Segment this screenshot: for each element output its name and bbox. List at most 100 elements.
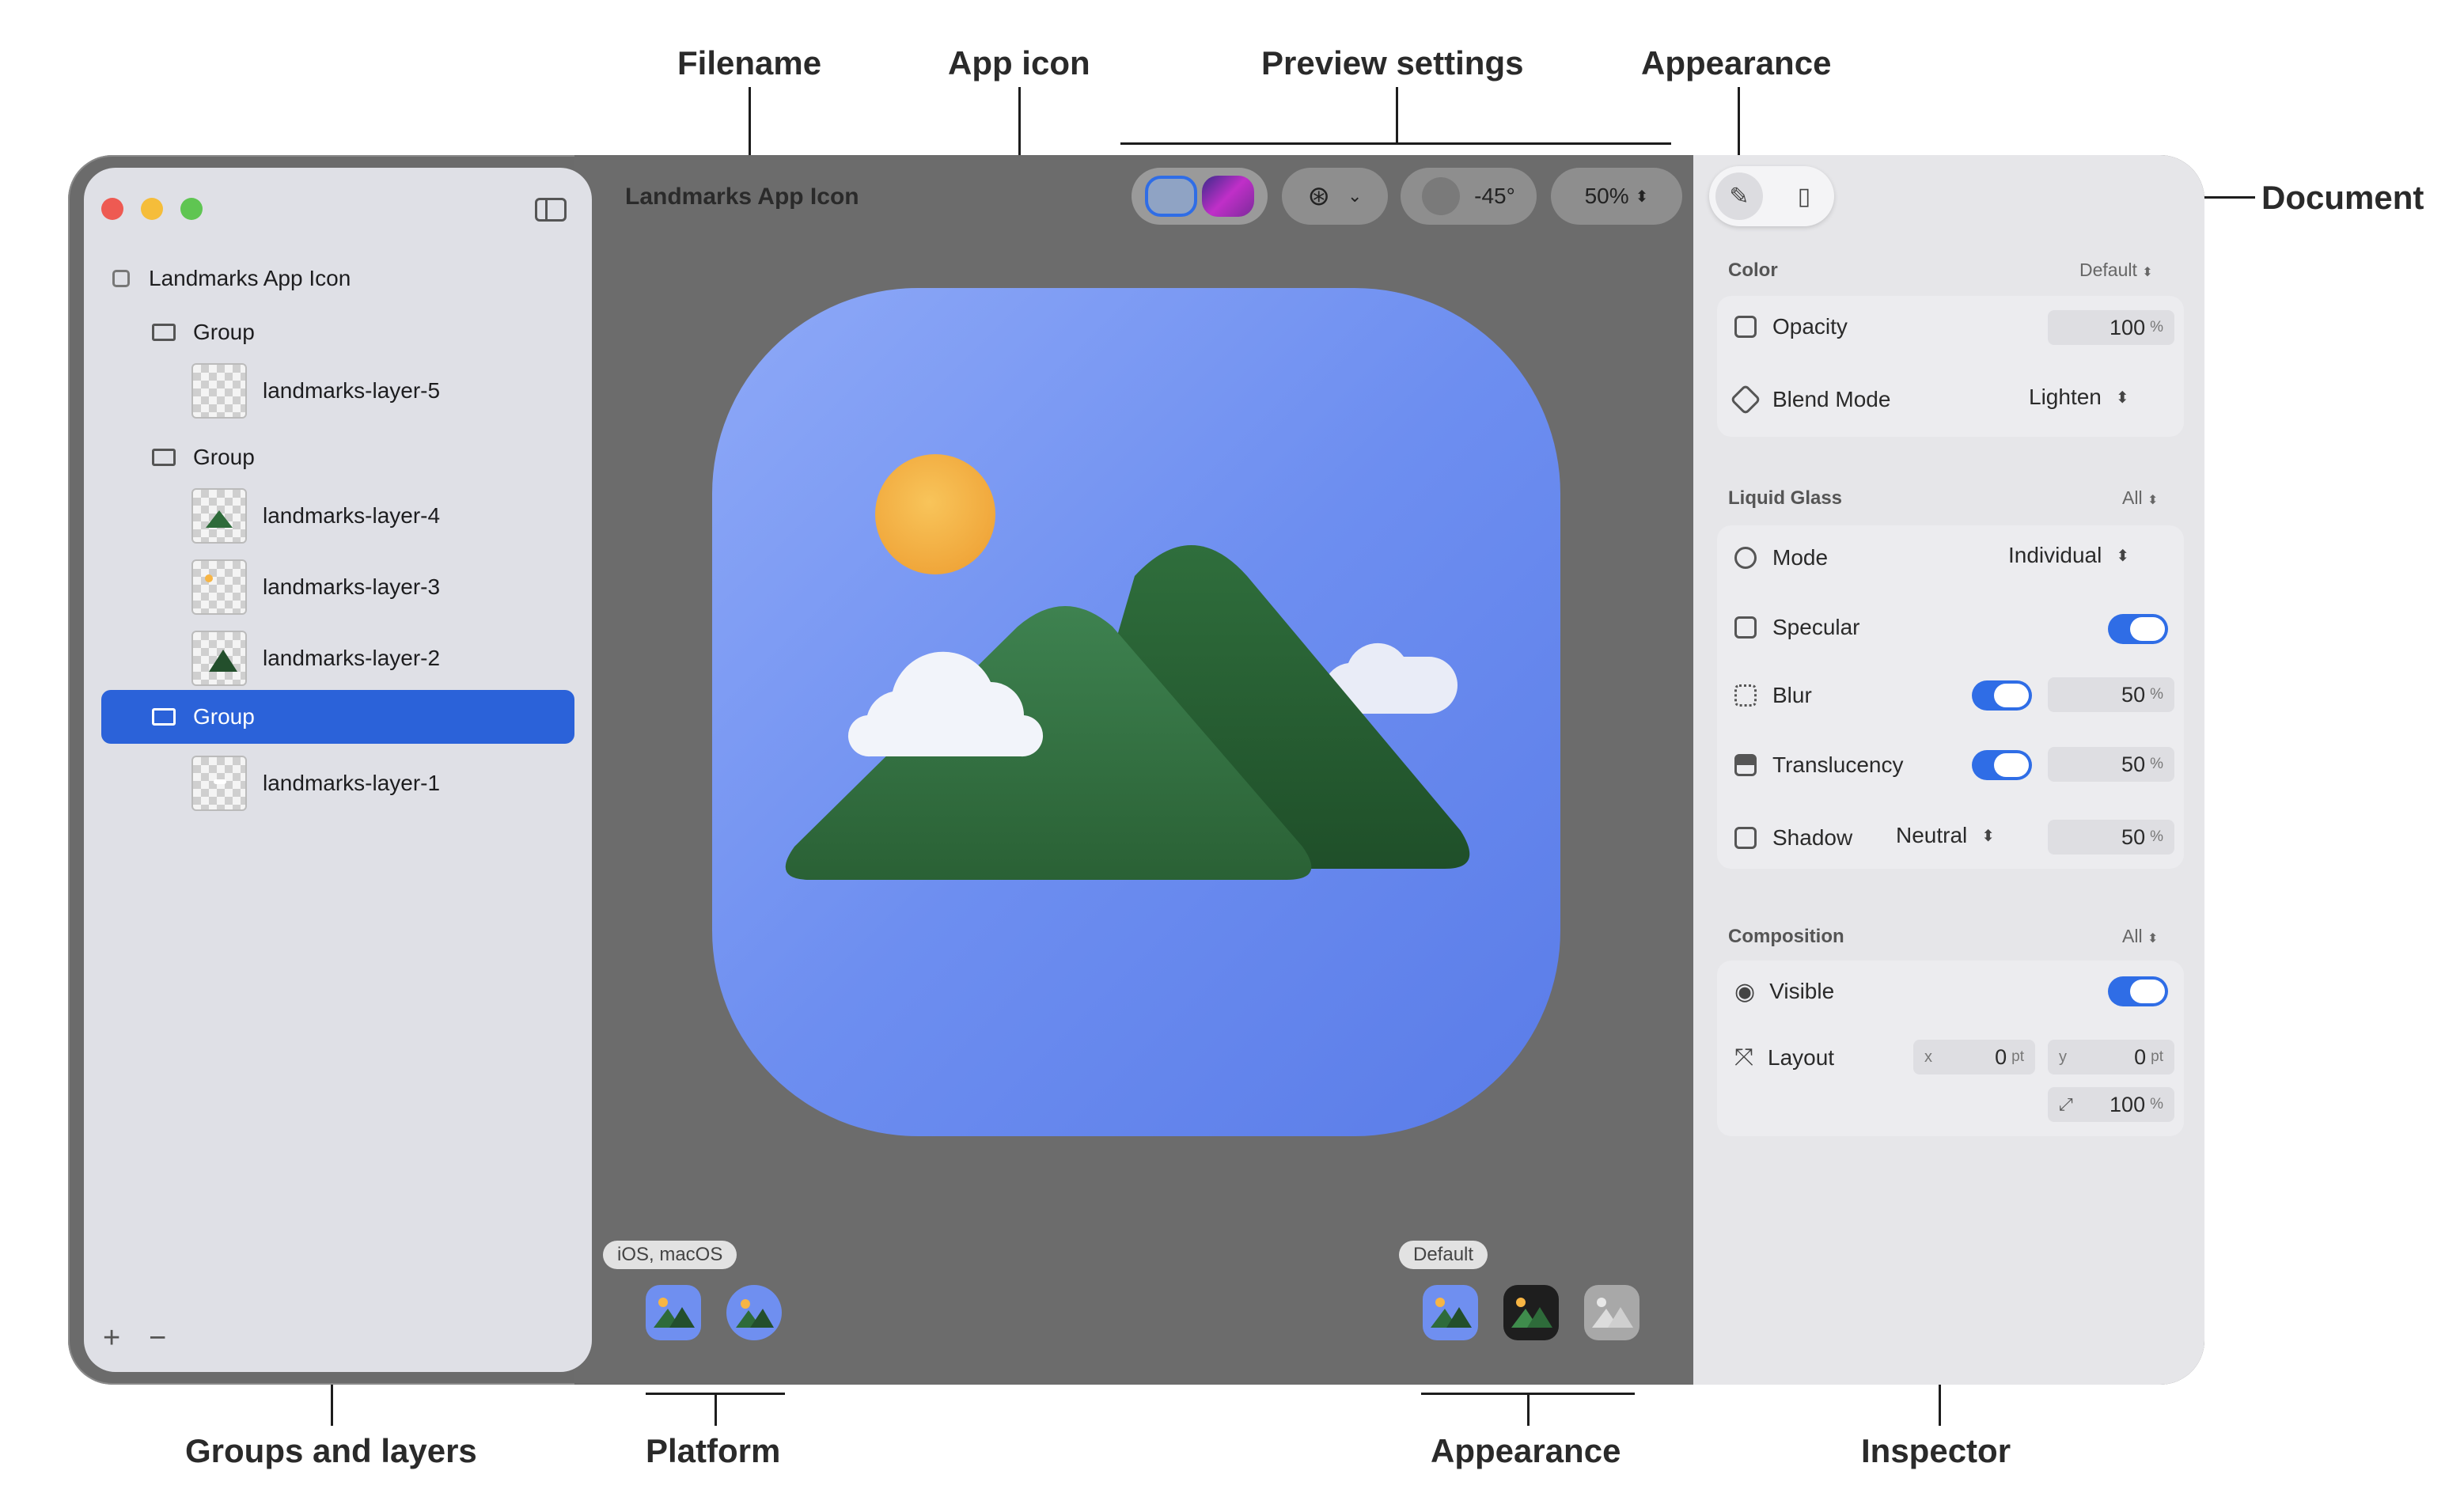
updown-icon: ⬍ [2147,932,2159,946]
blur-field[interactable]: 50% [2048,677,2174,712]
visible-toggle[interactable] [2108,976,2168,1006]
mode-value: Individual [2008,543,2102,567]
section-composition-value[interactable]: All ⬍ [2122,926,2158,947]
add-button[interactable]: + [103,1321,120,1355]
layout-row: ⤧ Layout [1734,1038,1834,1078]
shadow-row: Shadow [1734,818,1852,858]
sun-icon [875,454,995,574]
layout-y-field[interactable]: y 0 pt [2048,1040,2174,1074]
section-color-value[interactable]: Default ⬍ [2079,260,2153,281]
callout-appearance-bottom: Appearance [1431,1432,1621,1469]
tree-layer[interactable]: landmarks-layer-1 [191,755,440,812]
section-color-title: Color [1728,260,1778,281]
cloud-icon [214,779,226,784]
mini-landscape-icon [1592,1298,1633,1328]
shadow-mode-popup[interactable]: Neutral ⬍ [1896,823,1995,848]
tree-layer[interactable]: landmarks-layer-3 [191,559,440,616]
opacity-label: Opacity [1772,314,1848,339]
leader-platform-v [715,1393,717,1426]
close-button[interactable] [101,198,123,220]
appearance-default-preview-icon[interactable] [1423,1285,1478,1340]
tree-root[interactable]: Landmarks App Icon [112,256,351,301]
x-value: 0 [1995,1044,2007,1069]
section-liquid-glass-value[interactable]: All ⬍ [2122,487,2158,509]
tree-layer[interactable]: landmarks-layer-4 [191,487,440,544]
tree-group[interactable]: Group [152,310,255,354]
mode-popup[interactable]: Individual ⬍ [2008,543,2129,568]
tree-layer[interactable]: landmarks-layer-5 [191,362,440,419]
tinted-style-swatch-icon[interactable] [1202,176,1254,217]
angle-dial-icon [1422,177,1461,215]
appearance-tab-icon[interactable]: ✎ [1715,172,1763,220]
sidebar-toggle-icon[interactable] [535,198,567,222]
blur-row: Blur [1734,676,1812,715]
light-angle-control[interactable]: -45° [1401,168,1537,225]
shadow-icon [1734,827,1757,849]
sun-icon [205,574,213,582]
appearance-dark-preview-icon[interactable] [1503,1285,1559,1340]
platform-ios-preview-icon[interactable] [646,1285,701,1340]
tree-group[interactable]: Group [152,435,255,479]
shadow-label: Shadow [1772,825,1853,850]
scale-icon: ⤢ [2059,1094,2073,1114]
mountain-icon [206,510,233,528]
lighting-picker[interactable]: ⊛ ⌄ [1282,168,1388,225]
y-label: y [2059,1048,2067,1066]
platform-tag: iOS, macOS [603,1241,737,1269]
appearance-tag: Default [1399,1241,1488,1269]
remove-button[interactable]: − [149,1321,166,1355]
document-checkbox-icon [112,270,130,287]
zoom-value: 50% [1584,184,1629,208]
chevron-down-icon: ⌄ [1348,186,1363,206]
updown-icon: ⬍ [2115,388,2129,407]
light-style-swatch-icon[interactable] [1145,176,1197,217]
blur-toggle[interactable] [1972,680,2032,711]
minimize-button[interactable] [141,198,163,220]
tree-layer[interactable]: landmarks-layer-2 [191,630,440,687]
folder-icon [152,449,176,466]
layer-thumbnail [191,363,247,419]
updown-icon: ⬍ [1981,827,1996,845]
specular-label: Specular [1772,615,1860,639]
shadow-mode-value: Neutral [1896,823,1968,847]
pt-unit: pt [2011,1048,2024,1065]
leader-appearance-v [1527,1393,1530,1426]
layer-label: landmarks-layer-4 [263,503,441,528]
opacity-row: Opacity [1734,307,1848,347]
mode-icon [1734,547,1757,569]
layout-x-field[interactable]: x 0 pt [1913,1040,2035,1074]
mini-landscape-icon [1431,1298,1472,1328]
zoom-control[interactable]: 50% ⬍ [1551,168,1682,225]
callout-inspector: Inspector [1861,1432,2011,1469]
sidebar: Landmarks App Icon Group landmarks-layer… [84,168,592,1372]
pt-unit: pt [2151,1048,2163,1065]
specular-toggle[interactable] [2108,614,2168,644]
translucency-field[interactable]: 50% [2048,747,2174,782]
mountain-icon [209,650,237,672]
callout-filename: Filename [677,44,822,81]
specular-row: Specular [1734,608,1860,647]
appearance-mono-preview-icon[interactable] [1584,1285,1640,1340]
document-tab-icon[interactable]: ▯ [1780,172,1828,220]
folder-icon [152,708,176,726]
y-value: 0 [2134,1044,2147,1069]
zoom-button[interactable] [180,198,203,220]
platform-macos-preview-icon[interactable] [726,1285,782,1340]
mini-landscape-icon [1511,1298,1552,1328]
blend-mode-popup[interactable]: Lighten ⬍ [2029,385,2129,410]
layer-thumbnail [191,488,247,544]
shadow-field[interactable]: 50% [2048,820,2174,855]
blur-icon [1734,684,1757,707]
shadow-value: 50 [2121,824,2146,849]
layout-scale-field[interactable]: ⤢ 100% [2048,1087,2174,1122]
tree-group-selected[interactable]: Group [101,690,574,744]
translucency-toggle[interactable] [1972,750,2032,780]
callout-app-icon: App icon [948,44,1090,81]
tree-root-label: Landmarks App Icon [149,266,351,290]
icon-style-picker[interactable] [1132,168,1268,225]
opacity-field[interactable]: 100% [2048,310,2174,345]
layers-icon [1730,384,1761,415]
inspector-tab-bar: ✎ ▯ [1709,166,1834,226]
color-scope-label: Default [2079,260,2137,280]
group-label: Group [193,445,255,469]
